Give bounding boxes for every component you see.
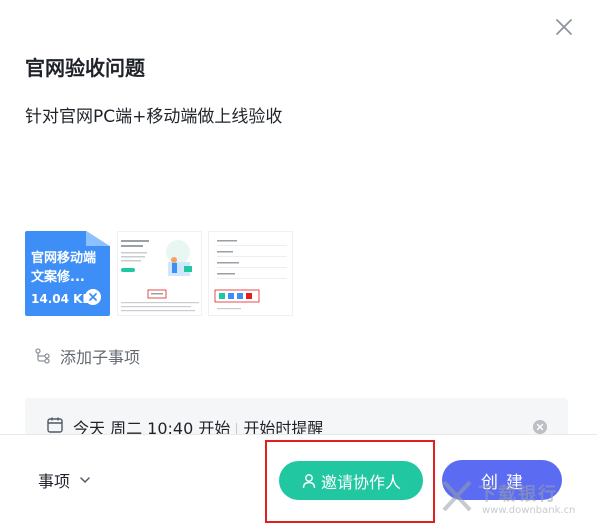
close-icon[interactable]: [553, 16, 575, 38]
file-size: 14.04 KB: [31, 292, 92, 306]
add-subtask-label: 添加子事项: [60, 348, 141, 367]
chevron-down-icon: [80, 477, 90, 484]
calendar-icon: [47, 417, 63, 433]
task-type-select[interactable]: 事项: [38, 468, 92, 492]
create-task-dialog: 官网验收问题 针对官网PC端+移动端做上线验收 官网移动端文案修... 14.0…: [0, 0, 597, 527]
subtask-icon: [35, 348, 50, 364]
clear-date-icon[interactable]: [533, 420, 547, 434]
screenshot-thumbnail-2[interactable]: [208, 231, 293, 316]
highlight-box: [265, 440, 435, 523]
file-icon: [86, 231, 110, 246]
file-attachment-card[interactable]: 官网移动端文案修... 14.04 KB: [25, 231, 110, 316]
watermark: 下载银行 www.downbank.cn: [440, 476, 590, 522]
thumbnail-illustration: [209, 232, 292, 315]
remove-file-icon[interactable]: [85, 289, 101, 305]
thumbnail-illustration: [118, 232, 201, 315]
task-type-label: 事项: [38, 472, 71, 491]
watermark-name: 下载银行: [478, 484, 558, 505]
watermark-logo-icon: [442, 480, 472, 512]
add-subtask-button[interactable]: 添加子事项: [34, 345, 140, 367]
task-description[interactable]: 针对官网PC端+移动端做上线验收: [25, 102, 282, 127]
watermark-url: www.downbank.cn: [482, 505, 576, 516]
file-name: 官网移动端文案修...: [31, 251, 97, 285]
screenshot-thumbnail-1[interactable]: [117, 231, 202, 316]
task-title[interactable]: 官网验收问题: [25, 52, 145, 81]
